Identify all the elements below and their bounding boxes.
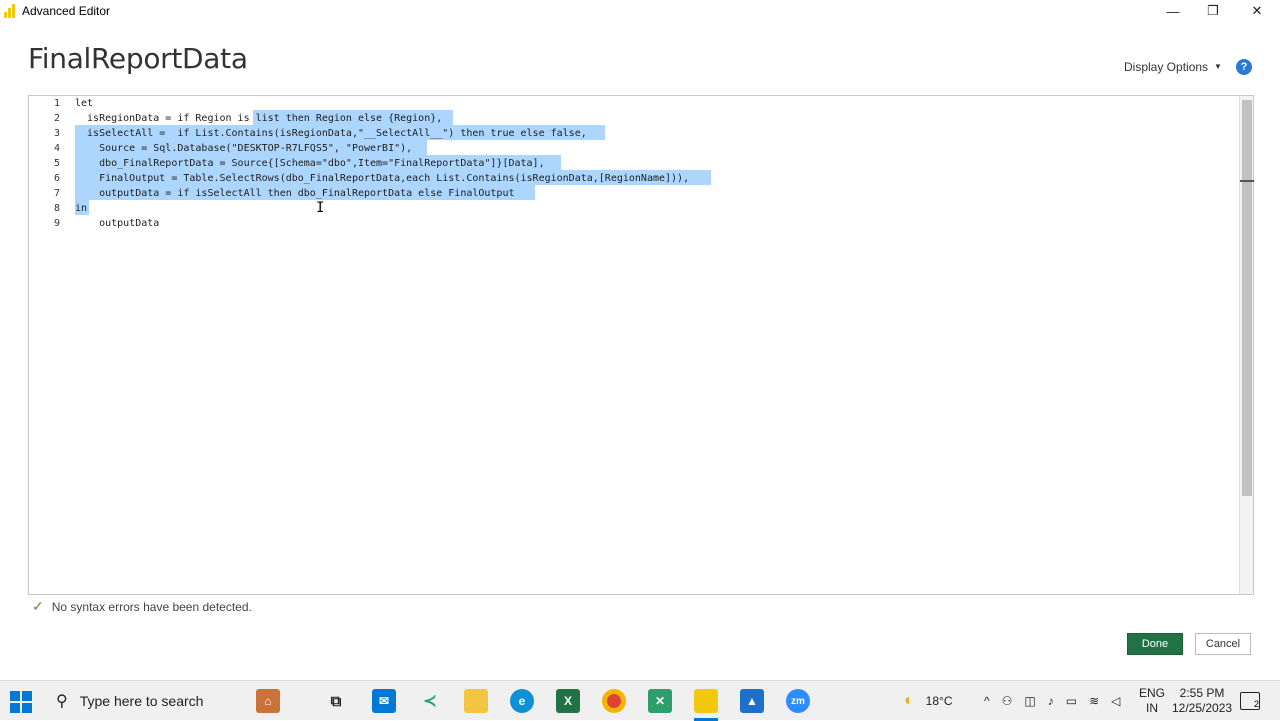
file-explorer-icon[interactable]: [464, 689, 488, 713]
code-line[interactable]: Source = Sql.Database("DESKTOP-R7LFQS5",…: [75, 141, 412, 156]
weather-widget[interactable]: ◐ 18°C: [904, 681, 952, 721]
volume-icon[interactable]: ◁: [1111, 694, 1120, 708]
line-number: 4: [53, 143, 60, 154]
display-options-dropdown[interactable]: Display Options ▼: [1124, 60, 1222, 74]
line-number-gutter: 1 2 3 4 5 6 7 8 9: [29, 96, 69, 594]
vertical-scrollbar[interactable]: [1239, 96, 1254, 594]
chrome-icon[interactable]: [602, 689, 626, 713]
search-icon: ⚲: [56, 693, 68, 710]
text-cursor-icon: I: [316, 200, 325, 216]
clock-time: 2:55 PM: [1179, 686, 1225, 700]
scrollbar-thumb[interactable]: [1242, 100, 1252, 496]
windows-taskbar: ⚲ Type here to search ⌂ ⧉ ✉ ≺ e X ✕ ▲ zm…: [0, 680, 1280, 721]
code-line[interactable]: dbo_FinalReportData = Source{[Schema="db…: [75, 156, 545, 171]
window-title: Advanced Editor: [22, 4, 111, 18]
done-button[interactable]: Done: [1127, 633, 1183, 655]
code-line[interactable]: let: [75, 96, 93, 111]
line-number: 8: [53, 203, 60, 214]
display-options-label: Display Options: [1124, 60, 1209, 74]
status-text: No syntax errors have been detected.: [51, 599, 252, 614]
notification-center-icon[interactable]: 2: [1240, 692, 1260, 710]
close-icon[interactable]: ✕: [1234, 0, 1280, 22]
cancel-button[interactable]: Cancel: [1195, 633, 1251, 655]
taskbar-search-box[interactable]: ⚲ Type here to search: [44, 681, 244, 721]
language-region: IN: [1146, 701, 1158, 715]
line-number: 1: [53, 98, 60, 109]
visual-studio-code-icon[interactable]: ≺: [418, 689, 442, 713]
language-code: ENG: [1138, 686, 1165, 700]
line-number: 5: [53, 158, 60, 169]
title-bar: Advanced Editor — ❐ ✕: [0, 0, 1280, 22]
task-view-icon[interactable]: ⧉: [324, 689, 348, 713]
holiday-widget-icon[interactable]: ⌂: [256, 689, 280, 713]
microphone-icon[interactable]: ♪: [1048, 694, 1054, 708]
code-line[interactable]: outputData: [75, 216, 159, 231]
tray-app-icon[interactable]: ⚇: [1002, 694, 1013, 708]
edge-icon[interactable]: e: [510, 689, 534, 713]
help-icon[interactable]: ?: [1236, 59, 1252, 75]
diagram-app-icon[interactable]: ✕: [648, 689, 672, 713]
wifi-icon[interactable]: ≋: [1089, 694, 1099, 708]
advanced-editor-window: Advanced Editor — ❐ ✕ FinalReportData Di…: [0, 0, 1280, 680]
clock-date: 12/25/2023: [1172, 701, 1233, 715]
system-tray: ^ ⚇ ◫ ♪ ▭ ≋ ◁: [984, 681, 1120, 721]
line-number: 3: [53, 128, 60, 139]
power-bi-icon[interactable]: [694, 689, 718, 713]
power-bi-app-icon: [4, 4, 16, 18]
line-number: 2: [53, 113, 60, 124]
battery-icon[interactable]: ▭: [1066, 694, 1077, 708]
taskbar-clock[interactable]: 2:55 PM 12/25/2023: [1172, 686, 1232, 716]
code-line[interactable]: isSelectAll = if List.Contains(isRegionD…: [75, 126, 587, 141]
code-line[interactable]: in: [75, 201, 87, 216]
excel-icon[interactable]: X: [556, 689, 580, 713]
language-indicator[interactable]: ENG IN: [1132, 686, 1172, 716]
code-editor[interactable]: 1 2 3 4 5 6 7 8 9 let isRegionData = if …: [28, 95, 1254, 595]
weather-temp: 18°C: [925, 694, 953, 708]
zoom-icon[interactable]: zm: [786, 689, 810, 713]
search-placeholder: Type here to search: [79, 693, 204, 709]
windows-start-icon[interactable]: [10, 691, 32, 713]
chevron-down-icon: ▼: [1214, 62, 1222, 71]
weather-icon: ◐: [904, 692, 914, 709]
paint-icon[interactable]: ▲: [740, 689, 764, 713]
camera-icon[interactable]: ◫: [1024, 694, 1035, 708]
line-number: 7: [53, 188, 60, 199]
query-name-title: FinalReportData: [28, 42, 248, 75]
line-number: 6: [53, 173, 60, 184]
checkmark-icon: ✓: [32, 598, 44, 614]
syntax-status: ✓ No syntax errors have been detected.: [32, 598, 252, 615]
code-line[interactable]: outputData = if isSelectAll then dbo_Fin…: [75, 186, 514, 201]
code-line[interactable]: isRegionData = if Region is list then Re…: [75, 111, 442, 126]
show-hidden-icons-icon[interactable]: ^: [984, 694, 990, 708]
code-line[interactable]: FinalOutput = Table.SelectRows(dbo_Final…: [75, 171, 689, 186]
restore-icon[interactable]: ❐: [1190, 0, 1236, 22]
scrollbar-marker: [1240, 180, 1254, 182]
line-number: 9: [53, 218, 60, 229]
mail-icon[interactable]: ✉: [372, 689, 396, 713]
